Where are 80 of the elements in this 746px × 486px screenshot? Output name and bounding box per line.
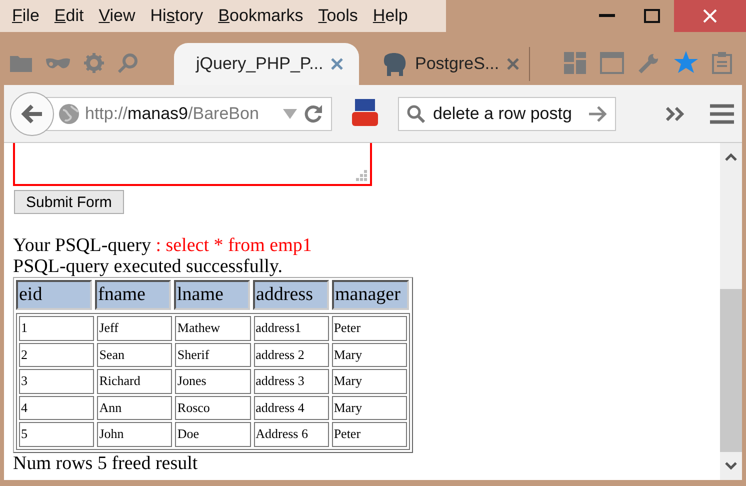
table-cell: Ann (97, 396, 172, 420)
arrow-right-icon[interactable] (589, 106, 607, 122)
table-cell: 1 (19, 316, 94, 340)
browser-tab[interactable]: PostgreS... (359, 43, 529, 85)
menu-icon[interactable] (710, 104, 734, 124)
folder-icon[interactable] (10, 54, 32, 72)
column-header: lname (174, 280, 250, 310)
url-text: http://manas9/BareBon (85, 104, 260, 124)
video-site-icon[interactable] (352, 98, 378, 128)
gear-icon[interactable] (84, 52, 104, 72)
menu-item[interactable]: File (6, 6, 48, 26)
column-header: manager (332, 280, 409, 310)
resize-grip-icon[interactable] (356, 170, 368, 182)
star-icon[interactable] (674, 51, 698, 74)
window-icon[interactable] (600, 52, 624, 74)
table-cell: Peter (332, 422, 408, 446)
menu-item[interactable]: History (144, 6, 212, 26)
menu-item[interactable]: Tools (312, 6, 367, 26)
close-icon (703, 9, 717, 23)
scrollbar[interactable] (720, 143, 742, 480)
status-message: PSQL-query executed successfully. (13, 257, 284, 277)
table-cell: Mary (332, 369, 408, 394)
table-cell: 2 (19, 342, 94, 367)
table-cell: address 3 (254, 369, 329, 394)
chevrons-icon[interactable] (666, 106, 684, 120)
table-cell: Jeff (97, 316, 172, 340)
column-header: eid (16, 280, 92, 310)
table-cell: 3 (19, 369, 94, 394)
scroll-down-icon[interactable] (725, 462, 737, 470)
mask-icon[interactable] (46, 56, 70, 68)
browser-tab[interactable]: jQuery_PHP_P... (174, 43, 359, 85)
close-button[interactable] (674, 0, 746, 32)
table-cell: address 4 (254, 396, 329, 420)
text-area[interactable] (13, 143, 372, 186)
table-cell: Rosco (175, 396, 251, 420)
menu-item[interactable]: View (92, 6, 144, 26)
table-cell: Peter (332, 316, 408, 340)
clipboard-icon[interactable] (712, 52, 732, 74)
table-cell: Mathew (175, 316, 251, 340)
table-cell: Jones (175, 369, 251, 394)
submit-button[interactable]: Submit Form (14, 190, 124, 214)
table-cell: John (97, 422, 172, 446)
dropdown-icon[interactable] (283, 108, 297, 118)
tab-title: jQuery_PHP_P... (196, 54, 324, 74)
search-icon (407, 104, 425, 122)
table-cell: Mary (332, 396, 408, 420)
globe-icon (59, 104, 79, 124)
address-bar[interactable]: http://manas9/BareBon (44, 96, 332, 130)
table-cell: Address 6 (254, 422, 329, 446)
menu-item[interactable]: Edit (48, 6, 93, 26)
wrench-icon[interactable] (638, 52, 660, 74)
column-header: fname (95, 280, 171, 310)
elephant-icon (381, 52, 407, 76)
table-cell: address1 (254, 316, 329, 340)
maximize-icon (644, 9, 660, 23)
table-cell: Sean (97, 342, 172, 367)
search-field[interactable]: delete a row postg (398, 96, 616, 130)
grid-icon[interactable] (564, 52, 586, 74)
close-icon[interactable] (507, 58, 520, 70)
result-footer: Num rows 5 freed result (13, 454, 720, 474)
back-button[interactable] (10, 92, 54, 136)
table-cell: Doe (175, 422, 251, 446)
table-cell: address 2 (254, 342, 329, 367)
scroll-up-icon[interactable] (725, 153, 737, 161)
table-cell: 5 (19, 422, 94, 446)
close-icon[interactable] (331, 58, 344, 70)
reload-icon[interactable] (303, 104, 323, 124)
table-cell: 4 (19, 396, 94, 420)
menu-item[interactable]: Help (366, 6, 417, 26)
table-cell: Sherif (175, 342, 251, 367)
menu-item[interactable]: Bookmarks (212, 6, 312, 26)
scroll-thumb[interactable] (720, 289, 742, 452)
table-cell: Mary (332, 342, 408, 367)
back-arrow-icon (21, 104, 43, 124)
tab-title: PostgreS... (415, 54, 500, 74)
column-header: address (253, 280, 329, 310)
minimize-icon (598, 14, 614, 18)
table-cell: Richard (97, 369, 172, 394)
search-icon[interactable] (118, 52, 138, 72)
query-line: Your PSQL-query : select * from emp1 (13, 235, 313, 257)
